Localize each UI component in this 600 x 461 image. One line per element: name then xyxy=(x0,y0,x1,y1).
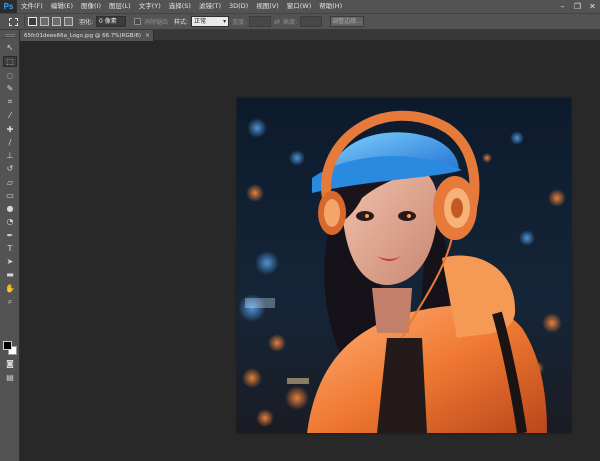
healing-brush-tool-icon[interactable]: ✚ xyxy=(3,124,17,135)
intersect-selection-button[interactable] xyxy=(64,17,73,26)
move-tool-icon[interactable]: ↖ xyxy=(3,42,17,53)
gradient-tool-icon[interactable]: ▭ xyxy=(3,190,17,201)
crop-tool-icon[interactable]: ⌗ xyxy=(3,96,17,107)
tool-preset-picker[interactable] xyxy=(3,15,25,28)
subtract-selection-button[interactable] xyxy=(52,17,61,26)
menu-window[interactable]: 窗口(W) xyxy=(283,0,316,13)
swap-icon[interactable]: ⇄ xyxy=(274,18,280,26)
width-input[interactable] xyxy=(249,16,272,27)
new-selection-button[interactable] xyxy=(28,17,37,26)
menu-view[interactable]: 视图(V) xyxy=(252,0,283,13)
close-button[interactable]: ✕ xyxy=(585,0,600,13)
eraser-tool-icon[interactable]: ▱ xyxy=(3,177,17,188)
document-tab[interactable]: 65fc01deee66a_Logo.jpg @ 66.7%(RGB/8) × xyxy=(20,30,155,41)
style-label: 样式: xyxy=(174,19,189,26)
history-brush-tool-icon[interactable]: ↺ xyxy=(3,163,17,174)
screen-mode-tool-icon[interactable]: ▤ xyxy=(3,372,17,383)
antialias-checkbox[interactable] xyxy=(134,18,142,25)
document-tab-title: 65fc01deee66a_Logo.jpg @ 66.7%(RGB/8) xyxy=(24,32,142,39)
toolbox-grip[interactable] xyxy=(2,32,18,38)
menu-3d[interactable]: 3D(D) xyxy=(225,0,252,13)
path-select-tool-icon[interactable]: ➤ xyxy=(3,256,17,267)
feather-input[interactable]: 0 像素 xyxy=(96,16,127,27)
zoom-tool-icon[interactable]: ⌕ xyxy=(3,296,17,307)
ps-logo: Ps xyxy=(0,0,17,13)
eyedropper-tool-icon[interactable]: ⁄ xyxy=(3,110,17,121)
antialias-label: 消除锯齿 xyxy=(144,19,169,26)
foreground-color-swatch[interactable] xyxy=(3,341,12,350)
dodge-tool-icon[interactable]: ◔ xyxy=(3,216,17,227)
headphone-girl-illustration xyxy=(237,98,571,433)
feather-label: 羽化: xyxy=(79,19,94,26)
canvas-image[interactable] xyxy=(237,98,571,433)
clone-stamp-tool-icon[interactable]: ⊥ xyxy=(3,150,17,161)
menu-type[interactable]: 文字(Y) xyxy=(135,0,165,13)
height-label: 高度: xyxy=(282,19,298,26)
menu-edit[interactable]: 编辑(E) xyxy=(47,0,77,13)
rect-marquee-icon xyxy=(9,17,18,26)
brush-tool-icon[interactable]: / xyxy=(3,137,17,148)
document-tab-bar: 65fc01deee66a_Logo.jpg @ 66.7%(RGB/8) × xyxy=(20,30,600,41)
width-label: 宽度: xyxy=(232,19,247,26)
rect-marquee-tool-icon[interactable]: ⬚ xyxy=(3,56,17,67)
blur-tool-icon[interactable]: ● xyxy=(3,203,17,214)
menu-select[interactable]: 选择(S) xyxy=(165,0,195,13)
hand-tool-icon[interactable]: ✋ xyxy=(3,283,17,294)
quick-select-tool-icon[interactable]: ✎ xyxy=(3,83,17,94)
minimize-button[interactable]: – xyxy=(555,0,570,13)
pen-tool-icon[interactable]: ✒ xyxy=(3,230,17,241)
style-select[interactable]: 正常 xyxy=(191,16,230,27)
photoshop-window: Ps 文件(F) 编辑(E) 图像(I) 图层(L) 文字(Y) 选择(S) 滤… xyxy=(0,0,600,461)
add-selection-button[interactable] xyxy=(40,17,49,26)
height-input[interactable] xyxy=(300,16,323,27)
restore-button[interactable]: ❐ xyxy=(570,0,585,13)
quick-mask-tool-icon[interactable]: ◙ xyxy=(3,358,17,369)
refine-edge-button[interactable]: 调整边缘... xyxy=(330,16,365,27)
menu-layer[interactable]: 图层(L) xyxy=(105,0,135,13)
options-bar: 羽化: 0 像素 消除锯齿 样式: 正常 宽度: ⇄ 高度: 调整边缘... xyxy=(0,13,600,30)
menu-help[interactable]: 帮助(H) xyxy=(315,0,346,13)
close-tab-icon[interactable]: × xyxy=(145,32,150,39)
lasso-tool-icon[interactable]: ◌ xyxy=(3,70,17,81)
window-controls: – ❐ ✕ xyxy=(555,0,600,13)
type-tool-icon[interactable]: T xyxy=(3,243,17,254)
menu-image[interactable]: 图像(I) xyxy=(77,0,105,13)
shape-tool-icon[interactable]: ▬ xyxy=(3,269,17,280)
menu-filter[interactable]: 滤镜(T) xyxy=(195,0,225,13)
menu-file[interactable]: 文件(F) xyxy=(17,0,47,13)
menu-bar: Ps 文件(F) 编辑(E) 图像(I) 图层(L) 文字(Y) 选择(S) 滤… xyxy=(0,0,600,13)
toolbox: ↖ ⬚ ◌ ✎ ⌗ ⁄ ✚ / ⊥ ↺ ▱ ▭ ● ◔ ✒ T ➤ ▬ ✋ ⌕ … xyxy=(0,30,20,461)
